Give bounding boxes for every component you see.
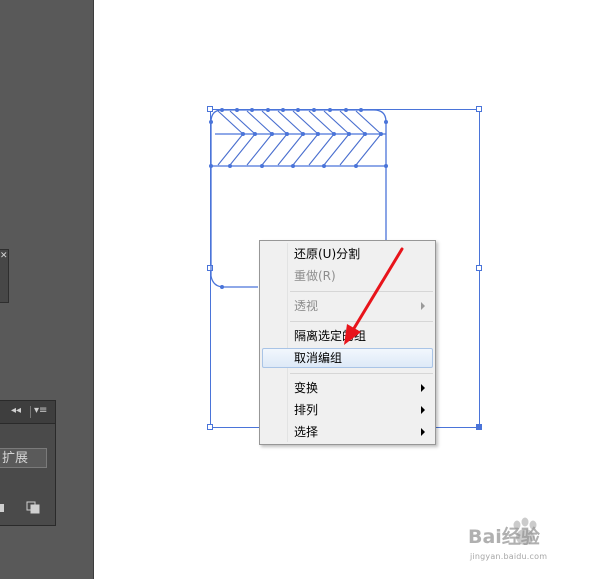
menu-item-label: 还原(U)分割 [294, 247, 361, 261]
menu-item-perspective[interactable]: 透视 [262, 296, 433, 316]
menu-separator [290, 321, 433, 322]
menu-item-undo-split[interactable]: 还原(U)分割 [262, 244, 433, 264]
menu-item-label: 变换 [294, 381, 319, 395]
menu-item-redo[interactable]: 重做(R) [262, 266, 433, 286]
watermark-url: jingyan.baidu.com [470, 552, 548, 561]
watermark-brand: Bai经验 [468, 526, 540, 548]
submenu-arrow-icon [421, 384, 425, 392]
context-menu: 还原(U)分割 重做(R) 透视 隔离选定的组 取消编组 变换 排列 选择 [259, 240, 436, 445]
menu-item-label: 取消编组 [294, 351, 343, 365]
chevron-pattern[interactable] [217, 110, 382, 166]
menu-item-ungroup[interactable]: 取消编组 [262, 348, 433, 368]
menu-item-label: 重做(R) [294, 269, 336, 283]
submenu-arrow-icon [421, 406, 425, 414]
menu-item-select[interactable]: 选择 [262, 422, 433, 442]
baidu-jingyan-watermark: Bai经验 jingyan.baidu.com [468, 516, 580, 572]
menu-item-label: 隔离选定的组 [294, 329, 367, 343]
menu-item-transform[interactable]: 变换 [262, 378, 433, 398]
menu-item-label: 透视 [294, 299, 319, 313]
menu-item-label: 排列 [294, 403, 319, 417]
menu-item-isolate-group[interactable]: 隔离选定的组 [262, 326, 433, 346]
menu-item-arrange[interactable]: 排列 [262, 400, 433, 420]
menu-item-label: 选择 [294, 425, 319, 439]
submenu-arrow-icon [421, 302, 425, 310]
menu-separator [290, 373, 433, 374]
submenu-arrow-icon [421, 428, 425, 436]
menu-separator [290, 291, 433, 292]
